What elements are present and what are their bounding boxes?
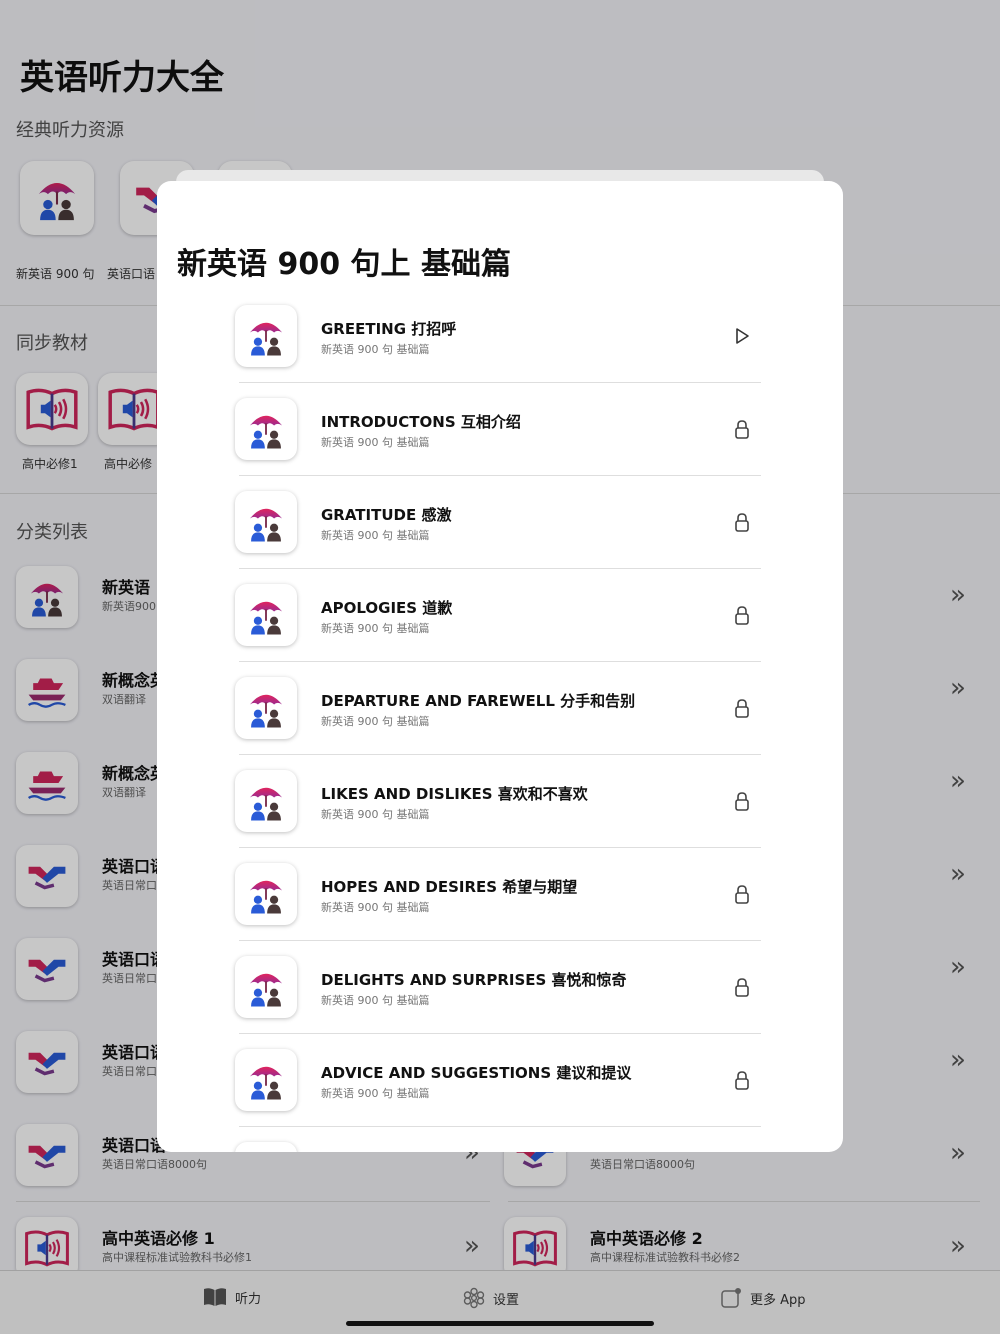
lesson-row[interactable]: INTRODUCTONS 互相介绍 新英语 900 句 基础篇: [235, 398, 761, 491]
umbrella-people-icon: [235, 584, 297, 646]
lesson-title: ADVICE AND SUGGESTIONS 建议和提议: [321, 1064, 632, 1082]
lock-icon[interactable]: [731, 697, 753, 719]
lesson-subtitle: 新英语 900 句 基础篇: [321, 343, 430, 356]
lock-icon[interactable]: [731, 883, 753, 905]
lesson-subtitle: 新英语 900 句 基础篇: [321, 1087, 430, 1100]
umbrella-people-icon: [235, 956, 297, 1018]
lesson-row[interactable]: ADVICE AND SUGGESTIONS 建议和提议 新英语 900 句 基…: [235, 1049, 761, 1142]
divider: [239, 754, 761, 755]
lesson-row[interactable]: DEPARTURE AND FAREWELL 分手和告别 新英语 900 句 基…: [235, 677, 761, 770]
lesson-title: GREETING 打招呼: [321, 320, 457, 338]
lesson-row[interactable]: HOPES AND DESIRES 希望与期望 新英语 900 句 基础篇: [235, 863, 761, 956]
lesson-row[interactable]: [235, 1142, 761, 1152]
divider: [239, 661, 761, 662]
lock-icon[interactable]: [731, 418, 753, 440]
lock-icon[interactable]: [731, 511, 753, 533]
lesson-title: GRATITUDE 感激: [321, 506, 452, 524]
lesson-row[interactable]: GREETING 打招呼 新英语 900 句 基础篇: [235, 305, 761, 398]
home-indicator[interactable]: [346, 1321, 654, 1326]
lesson-row[interactable]: GRATITUDE 感激 新英语 900 句 基础篇: [235, 491, 761, 584]
umbrella-people-icon: [235, 1049, 297, 1111]
divider: [239, 382, 761, 383]
divider: [239, 1033, 761, 1034]
umbrella-people-icon: [235, 398, 297, 460]
lesson-subtitle: 新英语 900 句 基础篇: [321, 715, 430, 728]
lesson-subtitle: 新英语 900 句 基础篇: [321, 436, 430, 449]
lesson-subtitle: 新英语 900 句 基础篇: [321, 901, 430, 914]
umbrella-people-icon: [235, 305, 297, 367]
divider: [239, 940, 761, 941]
divider: [239, 568, 761, 569]
lesson-row[interactable]: LIKES AND DISLIKES 喜欢和不喜欢 新英语 900 句 基础篇: [235, 770, 761, 863]
umbrella-people-icon: [235, 770, 297, 832]
sheet-title: 新英语 900 句上 基础篇: [177, 247, 511, 282]
lesson-sheet: 新英语 900 句上 基础篇 GREETING 打招呼 新英语 900 句 基础…: [157, 181, 843, 1152]
lesson-title: HOPES AND DESIRES 希望与期望: [321, 878, 578, 896]
lesson-title: INTRODUCTONS 互相介绍: [321, 413, 521, 431]
lock-icon[interactable]: [731, 976, 753, 998]
umbrella-people-icon: [235, 677, 297, 739]
umbrella-people-icon: [235, 491, 297, 553]
divider: [239, 847, 761, 848]
lesson-title: LIKES AND DISLIKES 喜欢和不喜欢: [321, 785, 588, 803]
lesson-subtitle: 新英语 900 句 基础篇: [321, 622, 430, 635]
umbrella-people-icon: [235, 1142, 297, 1152]
lesson-title: DELIGHTS AND SURPRISES 喜悦和惊奇: [321, 971, 627, 989]
umbrella-people-icon: [235, 863, 297, 925]
lock-icon[interactable]: [731, 790, 753, 812]
divider: [239, 475, 761, 476]
lesson-row[interactable]: DELIGHTS AND SURPRISES 喜悦和惊奇 新英语 900 句 基…: [235, 956, 761, 1049]
divider: [239, 1126, 761, 1127]
lesson-subtitle: 新英语 900 句 基础篇: [321, 808, 430, 821]
lesson-title: APOLOGIES 道歉: [321, 599, 453, 617]
lock-icon[interactable]: [731, 1069, 753, 1091]
lesson-subtitle: 新英语 900 句 基础篇: [321, 994, 430, 1007]
play-icon[interactable]: [731, 325, 753, 347]
lesson-title: DEPARTURE AND FAREWELL 分手和告别: [321, 692, 636, 710]
lesson-row[interactable]: APOLOGIES 道歉 新英语 900 句 基础篇: [235, 584, 761, 677]
lesson-subtitle: 新英语 900 句 基础篇: [321, 529, 430, 542]
lock-icon[interactable]: [731, 604, 753, 626]
